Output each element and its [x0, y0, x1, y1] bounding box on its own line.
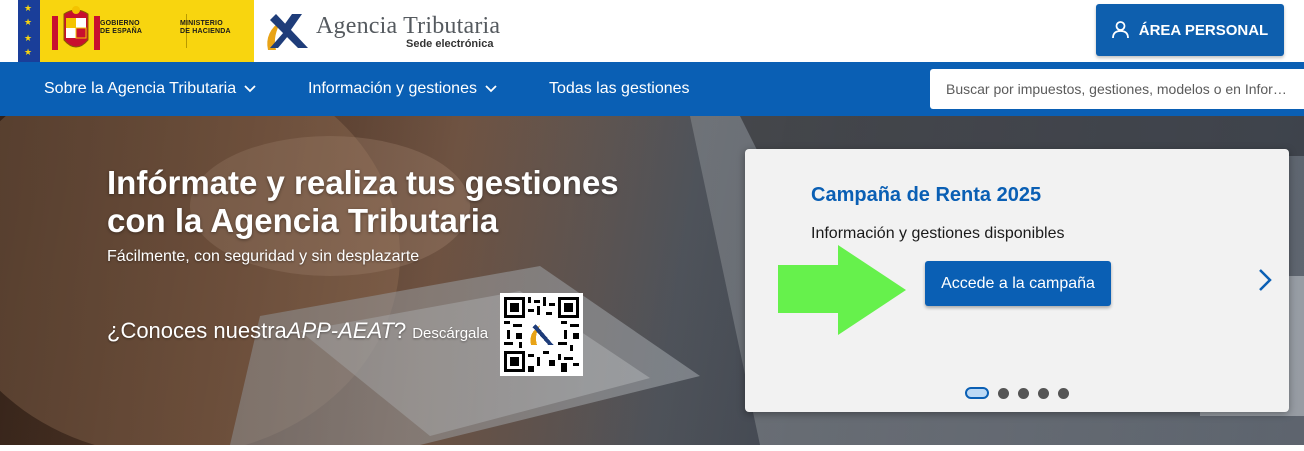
site-header: ★ ★ ★ ★ GOBIERNO DE ESPAÑA MINISTERIO DE HA… [0, 0, 1304, 62]
hero-subtitle: Fácilmente, con seguridad y sin desplaza… [107, 248, 420, 265]
nav-item-about[interactable]: Sobre la Agencia Tributaria [44, 62, 256, 116]
search-input[interactable] [946, 81, 1304, 97]
app-promo-suffix: ? [393, 318, 407, 343]
brand-subtitle: Sede electrónica [406, 38, 494, 50]
government-logo[interactable]: ★ ★ ★ ★ GOBIERNO DE ESPAÑA MINISTERIO DE HA… [18, 0, 254, 62]
highlight-arrow-icon [778, 245, 906, 335]
agencia-tributaria-logo-icon[interactable] [262, 6, 314, 56]
nav-item-all-procedures[interactable]: Todas las gestiones [549, 62, 690, 116]
app-promo-prefix: ¿Conoces nuestra [107, 318, 287, 343]
brand-name[interactable]: Agencia Tributaria [316, 13, 500, 40]
carousel-next-button[interactable] [1253, 263, 1277, 297]
nav-item-label: Todas las gestiones [549, 80, 690, 97]
carousel-dot-1[interactable] [965, 387, 989, 399]
carousel-indicators [965, 387, 1078, 399]
personal-area-button[interactable]: ÁREA PERSONAL [1096, 4, 1284, 56]
personal-area-label: ÁREA PERSONAL [1138, 21, 1269, 39]
carousel-description: Información y gestiones disponibles [811, 225, 1065, 242]
nav-item-label: Sobre la Agencia Tributaria [44, 80, 237, 97]
ministry-line-2: DE HACIENDA [180, 28, 231, 35]
access-campaign-button[interactable]: Accede a la campaña [925, 261, 1111, 306]
search-box [930, 69, 1304, 109]
carousel-dot-5[interactable] [1058, 387, 1069, 399]
carousel-dot-4[interactable] [1038, 387, 1049, 399]
government-line-2: DE ESPAÑA [100, 28, 143, 35]
chevron-right-icon [1259, 269, 1272, 291]
carousel-title: Campaña de Renta 2025 [811, 184, 1042, 206]
main-navigation: Sobre la Agencia Tributaria Información … [0, 62, 1304, 116]
user-icon [1111, 21, 1129, 39]
carousel-dot-2[interactable] [998, 387, 1009, 399]
carousel-dot-3[interactable] [1018, 387, 1029, 399]
chevron-down-icon [485, 85, 497, 93]
ministry-line-1: MINISTERIO [180, 20, 223, 27]
download-link[interactable]: Descárgala [412, 325, 488, 342]
nav-item-label: Información y gestiones [308, 80, 477, 97]
coat-of-arms-icon [52, 6, 100, 50]
app-name[interactable]: APP-AEAT [287, 318, 394, 344]
app-promo: ¿Conoces nuestra APP-AEAT ? Descárgala [107, 318, 488, 344]
ministry-label: MINISTERIO DE HACIENDA [180, 20, 231, 36]
eu-flag-strip: ★ ★ ★ ★ [18, 0, 40, 62]
government-label: GOBIERNO DE ESPAÑA [100, 20, 142, 36]
nav-item-information[interactable]: Información y gestiones [308, 62, 497, 116]
chevron-down-icon [244, 85, 256, 93]
hero-title: Infórmate y realiza tus gestiones con la… [107, 164, 619, 239]
qr-code-icon[interactable] [500, 293, 583, 376]
government-line-1: GOBIERNO [100, 20, 140, 27]
